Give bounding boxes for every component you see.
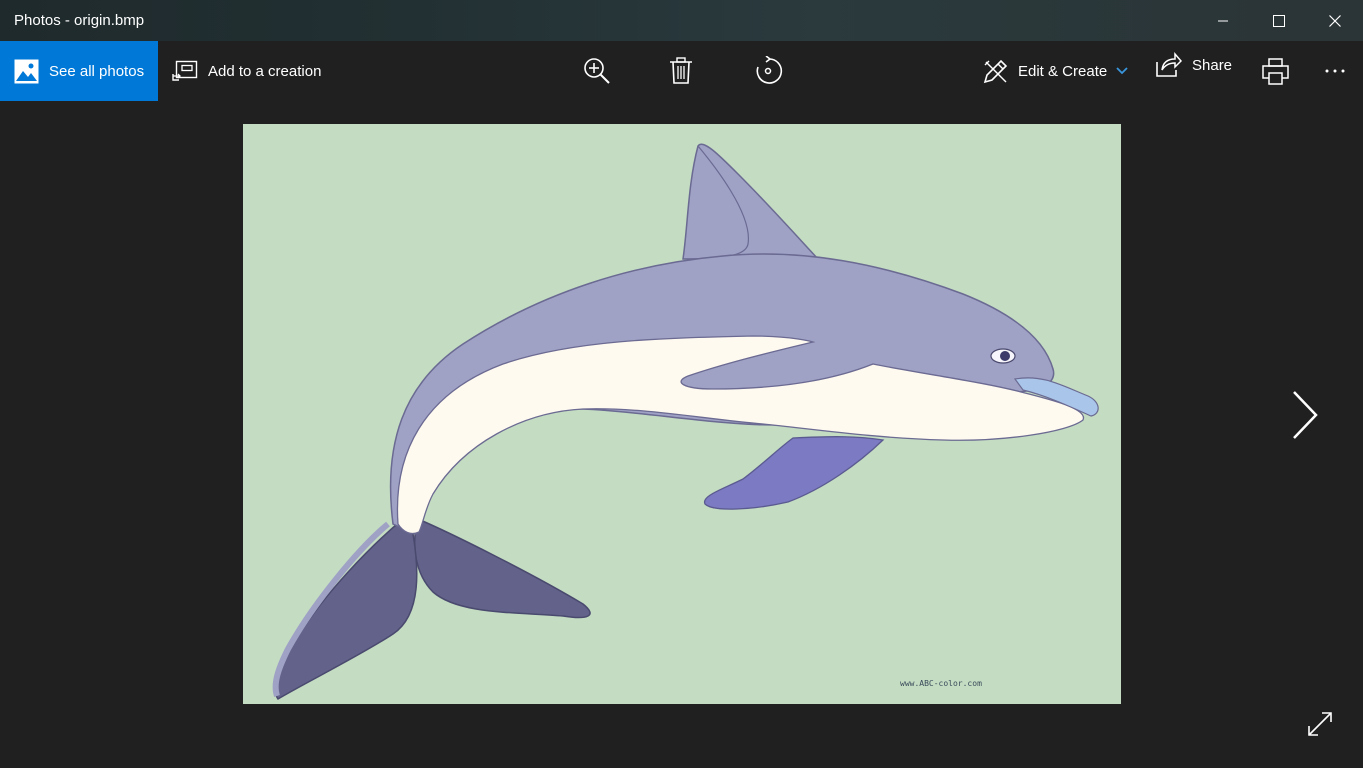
maximize-icon xyxy=(1273,14,1285,27)
add-to-creation-label: Add to a creation xyxy=(208,62,322,80)
maximize-button[interactable] xyxy=(1251,0,1307,41)
close-button[interactable] xyxy=(1307,0,1363,41)
more-button[interactable] xyxy=(1324,41,1346,101)
rotate-icon xyxy=(756,56,783,84)
share-label: Share xyxy=(1192,56,1233,74)
gallery-icon xyxy=(14,59,39,83)
edit-pencil-icon xyxy=(983,59,1008,84)
share-icon xyxy=(1156,52,1182,77)
zoom-button[interactable] xyxy=(583,41,611,101)
more-icon xyxy=(1325,69,1345,73)
chevron-right-icon xyxy=(1293,391,1318,439)
expand-icon xyxy=(1308,712,1332,736)
add-to-creation-icon xyxy=(172,60,198,81)
close-icon xyxy=(1329,14,1341,27)
fullscreen-button[interactable] xyxy=(1300,704,1340,744)
minimize-icon xyxy=(1218,20,1228,21)
photo-canvas xyxy=(243,124,1121,704)
printer-icon xyxy=(1262,57,1289,85)
next-image-button[interactable] xyxy=(1283,385,1327,445)
add-to-creation-button[interactable]: Add to a creation xyxy=(172,41,321,101)
print-button[interactable] xyxy=(1262,41,1289,101)
share-button[interactable]: Share xyxy=(1156,35,1232,95)
window-title: Photos - origin.bmp xyxy=(14,12,145,29)
edit-create-button[interactable]: Edit & Create xyxy=(982,41,1128,101)
see-all-photos-button[interactable]: See all photos xyxy=(0,41,158,101)
image-watermark: www.ABC-color.com xyxy=(900,679,982,688)
zoom-in-icon xyxy=(584,58,610,84)
toolbar: See all photos Add to a creation Edit & … xyxy=(0,41,1363,101)
edit-create-label: Edit & Create xyxy=(1018,62,1108,80)
delete-button[interactable] xyxy=(669,41,693,101)
rotate-button[interactable] xyxy=(753,41,783,101)
see-all-photos-label: See all photos xyxy=(49,62,145,80)
trash-icon xyxy=(670,57,692,84)
chevron-down-icon xyxy=(1116,67,1128,75)
